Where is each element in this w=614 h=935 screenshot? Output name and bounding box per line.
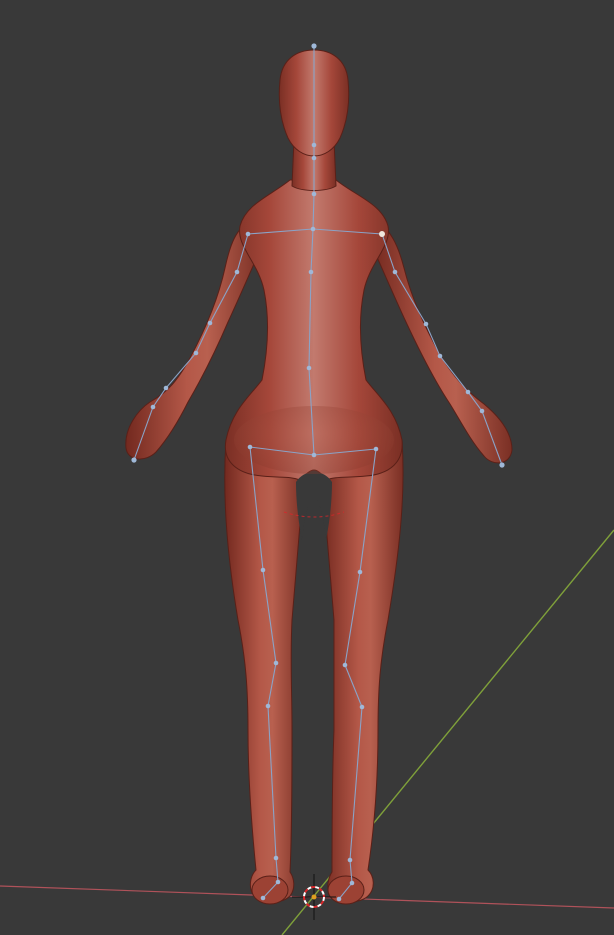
joint[interactable] — [392, 269, 398, 275]
joint[interactable] — [347, 857, 353, 863]
joint[interactable] — [245, 231, 251, 237]
left-leg-mesh — [224, 439, 305, 903]
joint[interactable] — [310, 226, 316, 232]
humanoid-body-mesh[interactable] — [125, 49, 513, 905]
joint[interactable] — [342, 662, 348, 668]
joint[interactable] — [273, 855, 279, 861]
joint[interactable] — [479, 408, 485, 414]
right-leg-mesh — [321, 439, 404, 903]
joint[interactable] — [275, 879, 281, 885]
joint[interactable] — [163, 385, 169, 391]
viewport-canvas[interactable] — [0, 0, 614, 935]
joint[interactable] — [359, 704, 365, 710]
joint[interactable] — [260, 895, 266, 901]
joint[interactable] — [423, 321, 429, 327]
joint-left-hand-tip[interactable] — [131, 457, 137, 463]
joint[interactable] — [234, 269, 240, 275]
joint[interactable] — [306, 365, 312, 371]
crotch-gap — [296, 472, 332, 540]
joint[interactable] — [150, 404, 156, 410]
joint[interactable] — [311, 142, 317, 148]
joint[interactable] — [260, 567, 266, 573]
joint[interactable] — [308, 269, 314, 275]
joint-head-tip[interactable] — [311, 43, 317, 49]
joint[interactable] — [273, 660, 279, 666]
joint[interactable] — [265, 703, 271, 709]
joint[interactable] — [207, 320, 213, 326]
hip-shade — [234, 406, 394, 474]
joint-selected-right-shoulder[interactable] — [379, 231, 385, 237]
joint[interactable] — [465, 389, 471, 395]
joint[interactable] — [336, 896, 342, 902]
joint[interactable] — [357, 569, 363, 575]
3d-viewport[interactable] — [0, 0, 614, 935]
joint-right-hand-tip[interactable] — [499, 462, 505, 468]
joint[interactable] — [373, 446, 379, 452]
joint[interactable] — [247, 444, 253, 450]
joint[interactable] — [311, 452, 317, 458]
joint[interactable] — [193, 350, 199, 356]
joint[interactable] — [311, 155, 317, 161]
joint[interactable] — [349, 880, 355, 886]
joint[interactable] — [437, 353, 443, 359]
joint[interactable] — [311, 191, 317, 197]
